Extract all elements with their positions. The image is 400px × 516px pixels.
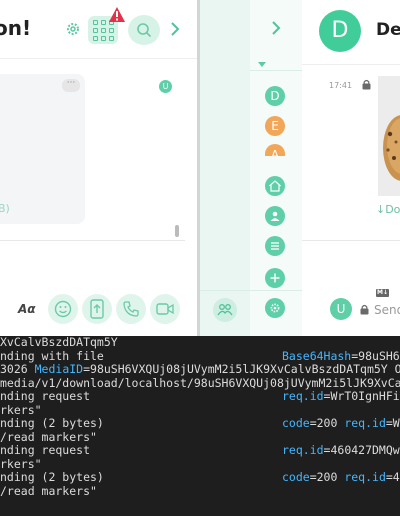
phone-icon [123,301,139,317]
markdown-badge[interactable]: M↓ [376,289,389,297]
log-line: nding (2 bytes) [0,416,104,430]
people-icon [270,211,280,221]
voice-call-button[interactable] [116,294,146,324]
lock-icon [362,79,371,90]
people-button[interactable] [265,206,285,226]
video-icon [156,303,174,315]
list-button[interactable] [265,236,285,256]
emoji-button[interactable] [48,294,78,324]
log-line: /read markers" [0,483,97,498]
cookie-image [378,76,400,196]
room-avatar[interactable]: D [319,10,361,52]
log-line: rkers" [0,456,42,471]
log-field: req.id=460427DMQw [282,443,400,457]
read-receipt-avatar[interactable]: U [159,80,172,93]
upload-button[interactable] [82,294,112,324]
home-button[interactable] [265,176,285,196]
log-field: code=200 req.id=4 [282,470,400,484]
message-options-icon[interactable]: ··· [62,79,80,92]
composer-divider [302,240,400,241]
settings-icon [270,303,280,313]
log-line: nding request [0,389,91,403]
message-composer-input[interactable]: Send [374,303,400,317]
image-attachment[interactable] [378,76,400,196]
add-button[interactable] [265,268,285,288]
chevron-right-icon[interactable] [271,20,281,39]
search-button[interactable] [128,15,160,45]
composer-toolbar: Aα [0,290,197,332]
log-field: code=200 req.id=W [282,416,400,430]
log-field: req.id=WrT0IgnHFi [282,389,400,403]
log-line: /read markers" [0,429,97,444]
settings-button[interactable] [265,298,285,318]
message-timestamp: 17:41 [329,81,353,90]
log-line: 3026 MediaID=98uSH6VXQUj08jUVymM2i5lJK9X… [0,362,400,376]
gear-icon[interactable] [64,20,82,38]
room-avatar-d[interactable]: D [265,86,285,106]
log-line: nding (2 bytes) [0,470,104,484]
search-icon [137,23,152,38]
rail-bottom-divider [200,290,302,291]
left-chat-window: on! ··· B) U Aα [0,0,197,336]
community-icon [217,304,233,316]
room-title: De [376,20,400,40]
format-text-button[interactable]: Aα [18,302,36,316]
log-line: media/v1/download/localhost/98uSH6VXQUj0… [0,375,400,390]
user-avatar[interactable]: U [330,298,352,320]
log-line: rkers" [0,402,42,417]
log-line: nding with file [0,348,104,363]
download-link[interactable]: ↓Do [376,203,400,216]
log-line: nding request [0,443,91,457]
home-icon [269,180,281,192]
composer-divider [0,240,185,241]
lock-icon [360,304,369,315]
room-avatar-e[interactable]: E [265,116,285,136]
room-title: on! [0,16,32,40]
grid-icon [92,19,114,41]
scrollbar[interactable] [175,225,179,237]
emoji-icon [54,300,72,318]
chevron-right-icon[interactable] [168,18,182,40]
warning-icon [109,7,125,22]
video-call-button[interactable] [150,294,180,324]
space-rail [200,0,250,336]
log-field: Base64Hash=98uSH6 [282,348,400,363]
file-message-bubble[interactable] [0,74,85,224]
upload-icon [90,299,104,319]
add-icon [270,273,280,283]
log-line: XvCalvBszdDATqm5Y [0,336,118,349]
right-chat-window: D E A D De 17:41 ↓Do M↓ U Send [200,0,400,336]
file-size-label: B) [0,202,10,215]
terminal-log[interactable]: XvCalvBszdDATqm5Y nding with file Base64… [0,336,400,516]
rail-divider [250,70,302,71]
list-icon [271,242,279,250]
community-button[interactable] [213,298,237,322]
caret-down-icon[interactable] [258,62,266,67]
header-divider [0,58,197,59]
header-divider [302,64,400,65]
